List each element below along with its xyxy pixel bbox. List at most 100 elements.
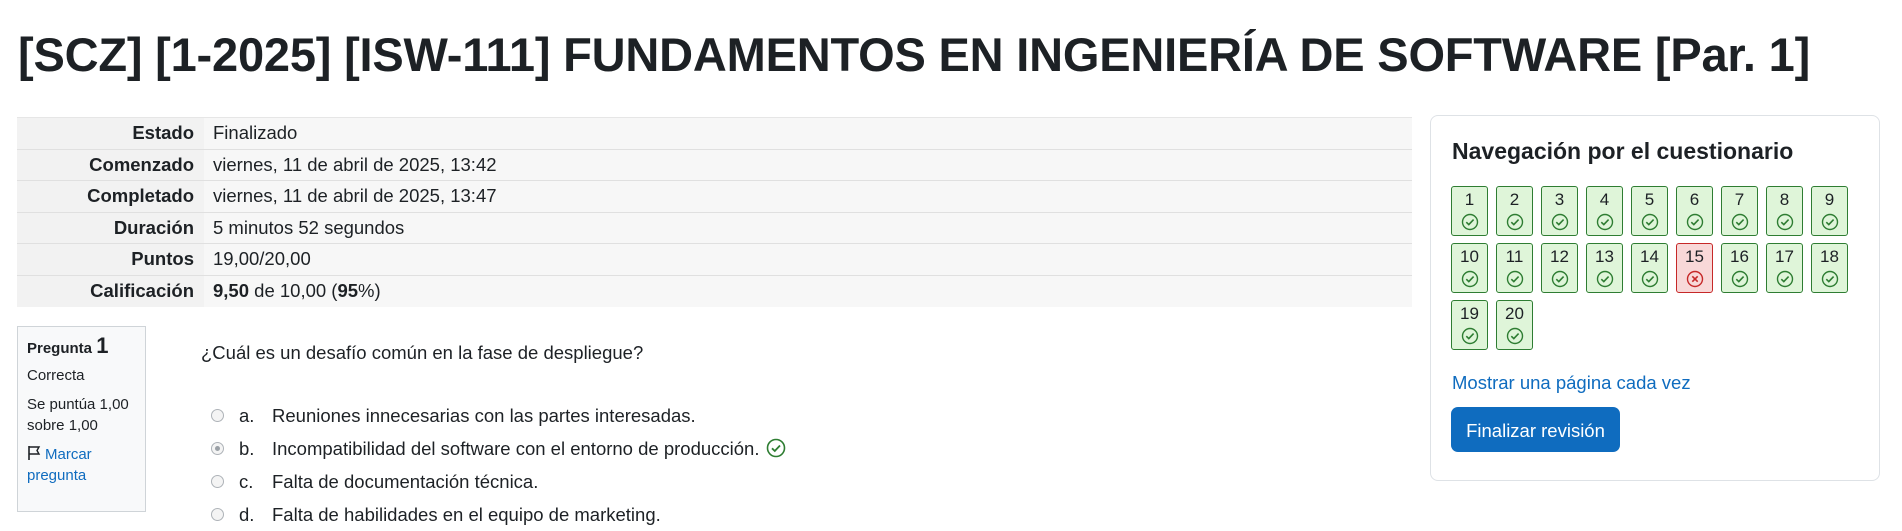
answer-letter: a. xyxy=(239,405,255,426)
quiz-nav-question-4[interactable]: 4 xyxy=(1586,186,1623,236)
summary-value: Finalizado xyxy=(204,117,1412,149)
quiz-nav-question-20[interactable]: 20 xyxy=(1496,300,1533,350)
quiz-nav-number: 4 xyxy=(1599,190,1610,209)
correct-check-icon xyxy=(1821,270,1838,288)
correct-check-icon xyxy=(1641,270,1658,288)
answer-letter: c. xyxy=(239,471,254,492)
correct-check-icon xyxy=(1461,327,1478,345)
quiz-nav-question-13[interactable]: 13 xyxy=(1586,243,1623,293)
question-text: ¿Cuál es un desafío común en la fase de … xyxy=(201,342,644,363)
answer-text: Incompatibilidad del software con el ent… xyxy=(272,438,760,459)
quiz-nav-number: 9 xyxy=(1824,190,1835,209)
quiz-navigation-title: Navegación por el cuestionario xyxy=(1452,138,1794,164)
summary-row-completed: Completado viernes, 11 de abril de 2025,… xyxy=(17,180,1412,212)
summary-label: Comenzado xyxy=(17,148,204,181)
question-state: Correcta xyxy=(27,367,85,384)
quiz-nav-question-19[interactable]: 19 xyxy=(1451,300,1488,350)
quiz-nav-question-18[interactable]: 18 xyxy=(1811,243,1848,293)
correct-check-icon xyxy=(1731,213,1748,231)
quiz-nav-question-9[interactable]: 9 xyxy=(1811,186,1848,236)
quiz-nav-number: 8 xyxy=(1779,190,1790,209)
quiz-nav-question-17[interactable]: 17 xyxy=(1766,243,1803,293)
correct-check-icon xyxy=(767,438,786,458)
summary-label: Duración xyxy=(17,211,204,244)
quiz-nav-number: 19 xyxy=(1460,304,1479,323)
correct-check-icon xyxy=(1506,213,1523,231)
correct-check-icon xyxy=(1461,270,1478,288)
page-title: [SCZ] [1-2025] [ISW-111] FUNDAMENTOS EN … xyxy=(18,28,1811,81)
correct-check-icon xyxy=(1641,213,1658,231)
summary-label: Puntos xyxy=(17,243,204,275)
answer-text: Falta de documentación técnica. xyxy=(272,471,539,492)
summary-label: Estado xyxy=(17,117,204,149)
summary-row-duration: Duración 5 minutos 52 segundos xyxy=(17,211,1412,244)
incorrect-cross-icon xyxy=(1686,270,1703,288)
flag-icon xyxy=(28,446,41,460)
quiz-nav-number: 2 xyxy=(1509,190,1520,209)
attempt-summary-table: Estado Finalizado Comenzado viernes, 11 … xyxy=(17,117,1412,307)
quiz-nav-question-1[interactable]: 1 xyxy=(1451,186,1488,236)
answer-radio[interactable] xyxy=(211,508,224,521)
correct-check-icon xyxy=(1461,213,1478,231)
quiz-nav-number: 10 xyxy=(1460,247,1479,266)
correct-check-icon xyxy=(1596,270,1613,288)
answer-radio[interactable] xyxy=(211,475,224,488)
answer-radio-selected[interactable] xyxy=(211,442,224,455)
correct-check-icon xyxy=(1596,213,1613,231)
quiz-nav-number: 5 xyxy=(1644,190,1655,209)
answer-radio[interactable] xyxy=(211,409,224,422)
quiz-nav-question-14[interactable]: 14 xyxy=(1631,243,1668,293)
quiz-nav-number: 20 xyxy=(1505,304,1524,323)
flag-question-link[interactable]: Marcar pregunta xyxy=(27,444,136,486)
summary-value: 9,50 de 10,00 (95%) xyxy=(204,274,1412,307)
summary-row-state: Estado Finalizado xyxy=(17,117,1412,149)
quiz-nav-question-2[interactable]: 2 xyxy=(1496,186,1533,236)
question-grade-line2: sobre 1,00 xyxy=(27,417,98,434)
answer-letter: d. xyxy=(239,504,255,525)
quiz-nav-question-3[interactable]: 3 xyxy=(1541,186,1578,236)
quiz-nav-question-11[interactable]: 11 xyxy=(1496,243,1533,293)
grade-middle: de 10,00 ( xyxy=(249,280,338,301)
correct-check-icon xyxy=(1776,213,1793,231)
quiz-nav-question-12[interactable]: 12 xyxy=(1541,243,1578,293)
correct-check-icon xyxy=(1551,270,1568,288)
flag-label-line2: pregunta xyxy=(27,467,87,484)
summary-row-grade: Calificación 9,50 de 10,00 (95%) xyxy=(17,274,1412,307)
answer-text-container: Incompatibilidad del software con el ent… xyxy=(272,437,786,461)
quiz-nav-number: 13 xyxy=(1595,247,1614,266)
correct-check-icon xyxy=(1551,213,1568,231)
finish-review-button[interactable]: Finalizar revisión xyxy=(1451,407,1620,452)
quiz-nav-question-15[interactable]: 15 xyxy=(1676,243,1713,293)
quiz-nav-question-8[interactable]: 8 xyxy=(1766,186,1803,236)
summary-value: 5 minutos 52 segundos xyxy=(204,211,1412,244)
quiz-nav-number: 14 xyxy=(1640,247,1659,266)
quiz-nav-number: 12 xyxy=(1550,247,1569,266)
summary-row-points: Puntos 19,00/20,00 xyxy=(17,243,1412,275)
question-number-line: Pregunta 1 xyxy=(27,335,136,359)
correct-check-icon xyxy=(1506,327,1523,345)
question-prefix: Pregunta xyxy=(27,340,93,357)
show-one-page-link[interactable]: Mostrar una página cada vez xyxy=(1452,372,1691,394)
correct-check-icon xyxy=(1506,270,1523,288)
quiz-nav-question-7[interactable]: 7 xyxy=(1721,186,1758,236)
quiz-nav-number: 11 xyxy=(1505,247,1524,266)
quiz-nav-number: 1 xyxy=(1464,190,1475,209)
grade-score: 9,50 xyxy=(213,280,250,301)
summary-label: Completado xyxy=(17,180,204,212)
summary-label: Calificación xyxy=(17,274,204,307)
quiz-nav-question-6[interactable]: 6 xyxy=(1676,186,1713,236)
quiz-nav-question-16[interactable]: 16 xyxy=(1721,243,1758,293)
grade-suffix: %) xyxy=(358,280,381,301)
quiz-nav-number: 7 xyxy=(1734,190,1745,209)
answer-letter: b. xyxy=(239,438,255,459)
quiz-nav-question-5[interactable]: 5 xyxy=(1631,186,1668,236)
quiz-nav-number: 3 xyxy=(1554,190,1565,209)
question-number: 1 xyxy=(96,333,109,358)
quiz-nav-question-10[interactable]: 10 xyxy=(1451,243,1488,293)
summary-row-started: Comenzado viernes, 11 de abril de 2025, … xyxy=(17,148,1412,181)
summary-value: viernes, 11 de abril de 2025, 13:42 xyxy=(204,148,1412,181)
grade-percent: 95 xyxy=(337,280,359,301)
summary-value: viernes, 11 de abril de 2025, 13:47 xyxy=(204,180,1412,212)
correct-check-icon xyxy=(1776,270,1793,288)
quiz-navigation-block: Navegación por el cuestionario 123456789… xyxy=(1430,115,1880,481)
